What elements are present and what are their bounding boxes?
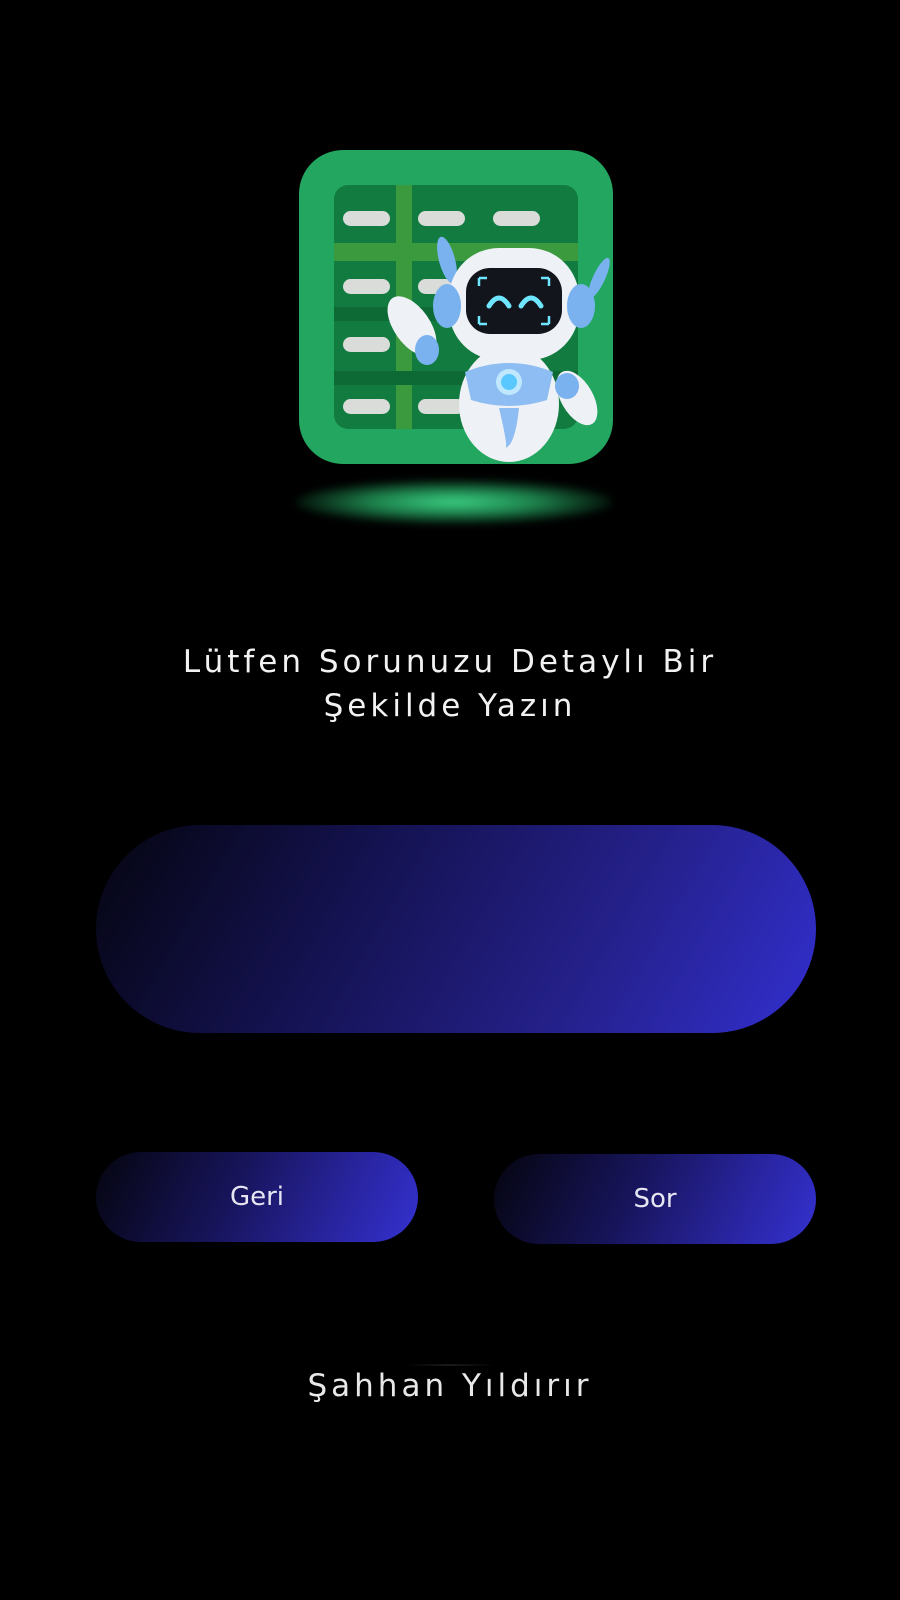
app-logo bbox=[299, 150, 613, 464]
page-title-line-2: Şekilde Yazın bbox=[323, 688, 577, 724]
logo-glow bbox=[296, 480, 612, 524]
footer-divider bbox=[405, 1364, 495, 1366]
page-title-line-1: Lütfen Sorunuzu Detaylı Bir bbox=[182, 644, 718, 680]
spreadsheet-robot-icon bbox=[299, 150, 613, 464]
back-button[interactable]: Geri bbox=[96, 1152, 418, 1242]
ask-button[interactable]: Sor bbox=[494, 1154, 816, 1244]
question-input[interactable] bbox=[96, 825, 816, 1033]
page-title: Lütfen Sorunuzu Detaylı Bir Şekilde Yazı… bbox=[0, 640, 900, 728]
author-name: Şahhan Yıldırır bbox=[307, 1368, 593, 1404]
